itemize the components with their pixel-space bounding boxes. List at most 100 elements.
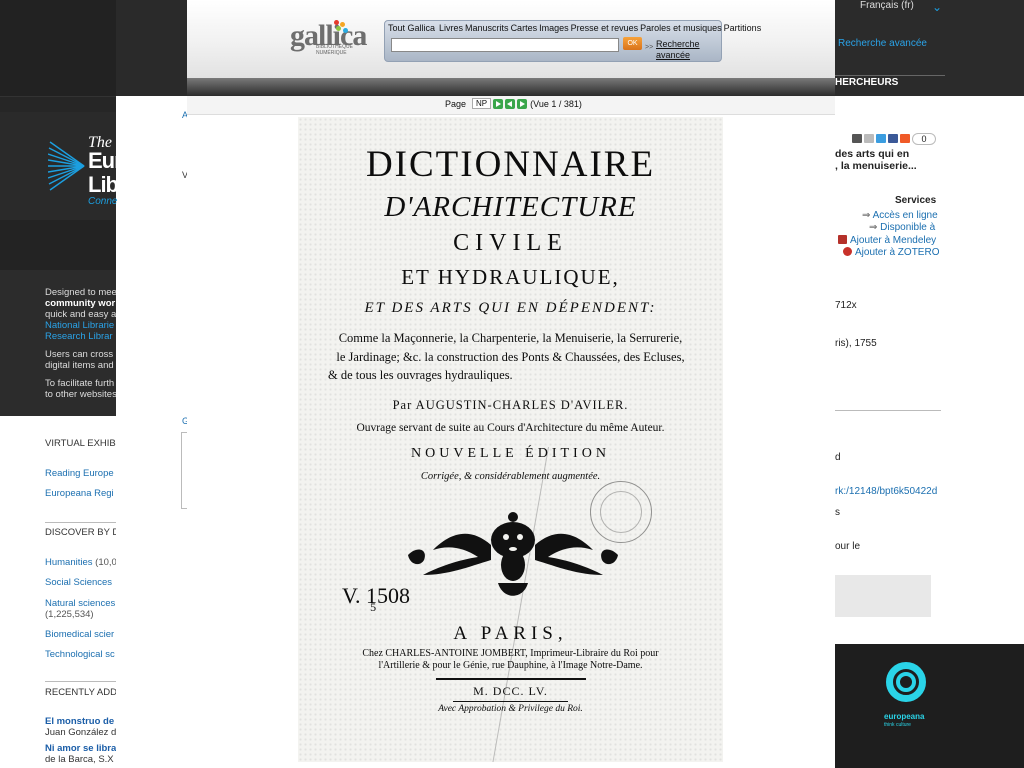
europeana-inner-ring [896, 672, 916, 692]
gallica-logo-subtitle: BIBLIOTHÈQUE NUMÉRIQUE [316, 44, 353, 56]
scan-subtitle: ET DES ARTS QUI EN DÉPENDENT: [364, 300, 657, 316]
tab-books[interactable]: Livres [439, 23, 463, 33]
previous-page-icon[interactable] [505, 98, 516, 109]
research-libraries-link[interactable]: Research Librar [45, 331, 116, 342]
scan-title-1: DICTIONNAIRE [365, 144, 656, 185]
tab-words-music[interactable]: Paroles et musiques [640, 23, 722, 33]
scan-approbation: Avec Approbation & Privilege du Roi. [438, 704, 583, 714]
tab-images[interactable]: Images [539, 23, 569, 33]
logo-line-2: Eur [88, 148, 123, 173]
discover-link[interactable]: Biomedical scier [45, 629, 114, 640]
scan-date: M. DCC. LV. [473, 684, 548, 698]
background-middle-strip [116, 96, 187, 768]
tab-maps[interactable]: Cartes [511, 23, 538, 33]
scan-title-2: D'ARCHITECTURE [384, 191, 637, 223]
add-to-zotero-link[interactable]: Ajouter à ZOTERO [843, 247, 939, 258]
scan-description-line: le Jardinage; &c. la construction des Po… [336, 350, 685, 364]
available-at-link[interactable]: ⇒ Disponible à [869, 222, 935, 233]
page-label: Page [445, 98, 467, 109]
advanced-search-link[interactable]: Recherche avancée [656, 39, 700, 61]
scanned-page[interactable]: DICTIONNAIRE D'ARCHITECTURE CIVILE ET HY… [298, 117, 723, 762]
go-page-icon[interactable] [493, 98, 504, 109]
page-number-input[interactable]: NP [472, 98, 492, 109]
recent-item-author: Juan González d [45, 727, 116, 738]
researchers-heading: HERCHEURS [835, 75, 945, 88]
gallica-logo[interactable]: gallica BIBLIOTHÈQUE NUMÉRIQUE [290, 20, 367, 60]
europeana-label: europeana [884, 712, 925, 721]
chevron-down-icon[interactable]: ⌄ [932, 0, 942, 14]
virtual-exhibitions-heading: VIRTUAL EXHIB [45, 438, 116, 449]
discover-count: (10,0 [95, 557, 116, 568]
scan-printer-line: l'Artillerie & pour le Génie, rue Dauphi… [378, 660, 643, 671]
language-selector[interactable]: Français (fr) [860, 0, 914, 11]
intro-line: Designed to mee [45, 287, 116, 298]
record-size: 712x [835, 300, 857, 311]
scan-description-line: Comme la Maçonnerie, la Charpenterie, la… [338, 331, 683, 345]
mendeley-icon [838, 235, 847, 244]
tab-scores[interactable]: Partitions [724, 23, 762, 33]
recently-added-heading: RECENTLY ADD [45, 687, 116, 698]
record-fragment: d [835, 452, 841, 463]
discover-heading: DISCOVER BY D [45, 527, 116, 538]
services-heading: Services [895, 195, 937, 206]
gallica-header: gallica BIBLIOTHÈQUE NUMÉRIQUE Tout Galli… [187, 0, 835, 78]
print-icon[interactable] [852, 134, 862, 143]
zotero-icon [843, 247, 852, 256]
add-to-mendeley-link[interactable]: Ajouter à Mendeley [838, 235, 936, 246]
intro-line: To facilitate furth [45, 378, 115, 389]
intro-line: to other websites [45, 389, 116, 400]
call-number: V. 15085 [342, 583, 411, 614]
tab-press[interactable]: Presse et revues [571, 23, 639, 33]
scan-title-4: ET HYDRAULIQUE, [401, 265, 620, 289]
record-title-line: , la menuiserie... [835, 160, 917, 172]
add-share-icon[interactable] [900, 134, 910, 143]
exhibition-link[interactable]: Europeana Regi [45, 488, 114, 499]
next-page-icon[interactable] [517, 98, 528, 109]
european-library-logo[interactable]: The Eur Lib Conne [44, 130, 123, 210]
recent-item-title[interactable]: Ni amor se libra [45, 743, 116, 754]
europeana-sub-label: think culture [884, 722, 911, 728]
ok-button[interactable]: OK [623, 37, 642, 50]
scan-edition: NOUVELLE ÉDITION [411, 446, 610, 461]
scan-rule [453, 701, 568, 702]
facebook-icon[interactable] [888, 134, 898, 143]
national-libraries-link[interactable]: National Librarie [45, 320, 116, 331]
record-fragment: s [835, 507, 840, 518]
record-title-line: des arts qui en [835, 148, 910, 160]
page-navigation: Page NP (Vue 1 / 381) [445, 98, 582, 109]
discover-link[interactable]: Technological sc [45, 649, 115, 660]
discover-link[interactable]: Natural sciences [45, 598, 115, 609]
scan-title-3: CIVILE [453, 230, 568, 256]
recent-item-title[interactable]: El monstruo de [45, 716, 114, 727]
scan-corrigee: Corrigée, & considérablement augmentée. [420, 471, 601, 482]
exhibition-link[interactable]: Reading Europe [45, 468, 114, 479]
double-arrow-icon: >> [645, 44, 654, 51]
tab-all-gallica[interactable]: Tout Gallica [388, 23, 435, 33]
gallica-header-band [187, 78, 835, 96]
record-fragment: our le [835, 541, 861, 552]
logo-line-3: Lib [88, 172, 119, 197]
access-online-link[interactable]: ⇒ Accès en ligne [862, 210, 938, 221]
scan-printer-line: Chez CHARLES-ANTOINE JOMBERT, Imprimeur-… [362, 648, 659, 659]
tab-manuscripts[interactable]: Manuscrits [465, 23, 509, 33]
discover-link[interactable]: Humanities [45, 557, 93, 568]
intro-line: quick and easy a [45, 309, 116, 320]
fan-logo-icon [48, 141, 85, 191]
discover-link[interactable]: Social Sciences [45, 577, 112, 588]
scan-author: Par AUGUSTIN-CHARLES D'AVILER. [392, 398, 629, 412]
background-header-mid [116, 0, 187, 96]
europeana-logo[interactable]: europeana think culture [882, 662, 936, 732]
twitter-icon[interactable] [876, 134, 886, 143]
record-grey-box [835, 575, 931, 617]
discover-count: (1,225,534) [45, 609, 94, 620]
advanced-search-link[interactable]: Recherche avancée [838, 38, 927, 49]
scan-city: A PARIS, [453, 623, 568, 644]
ark-link[interactable]: rk:/12148/bpt6k50422d [835, 486, 937, 497]
divider [835, 410, 941, 411]
record-imprint: ris), 1755 [835, 338, 877, 349]
divider [45, 681, 116, 682]
search-input[interactable] [391, 38, 619, 52]
email-icon[interactable] [864, 134, 874, 143]
background-left-band [0, 220, 116, 270]
share-count: 0 [912, 133, 936, 145]
